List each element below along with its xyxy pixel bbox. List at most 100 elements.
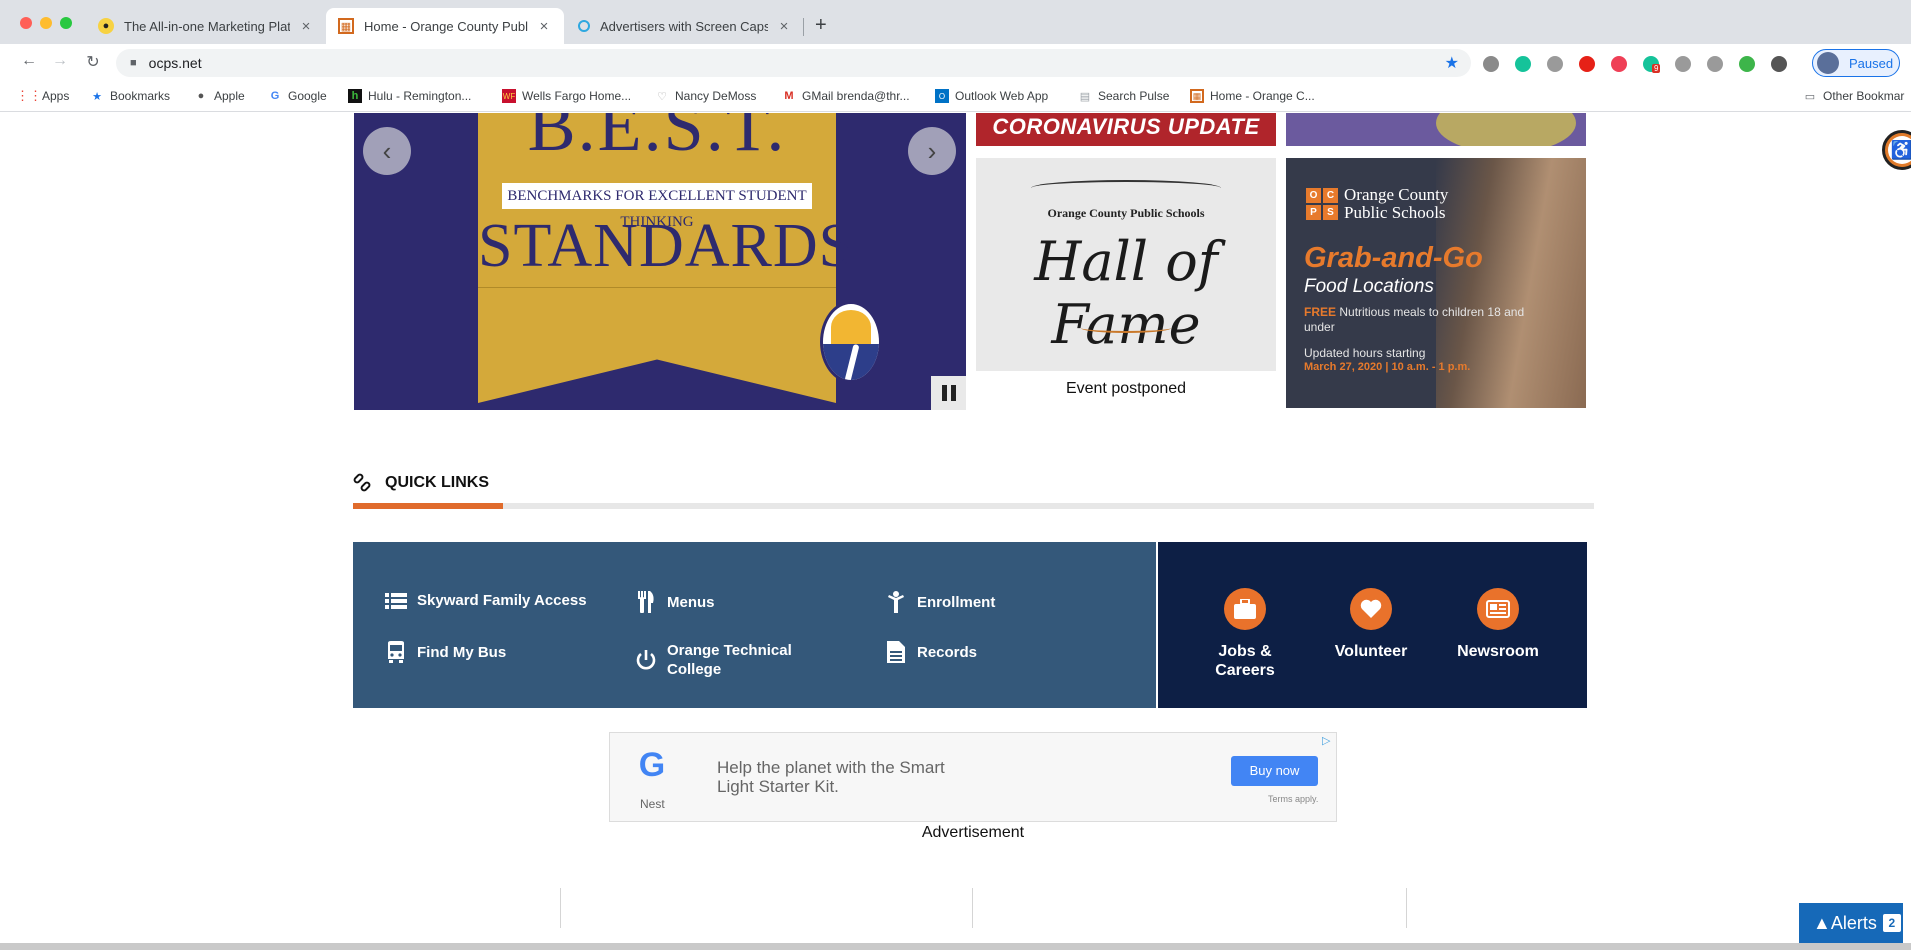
lock-icon: ■ xyxy=(130,57,137,69)
carousel-pause-button[interactable] xyxy=(931,376,966,410)
grammarly-icon[interactable] xyxy=(1515,56,1531,72)
grammarly-badge-icon[interactable]: 9 xyxy=(1643,56,1661,73)
close-icon[interactable]: × xyxy=(536,18,552,35)
forward-arrow-icon[interactable]: → xyxy=(49,52,71,70)
document-icon xyxy=(885,641,907,663)
quick-link-skyward[interactable]: Skyward Family Access xyxy=(385,591,587,610)
bookmark-label: Nancy DeMoss xyxy=(675,89,757,103)
quick-link-find-my-bus[interactable]: Find My Bus xyxy=(385,641,506,663)
horizontal-scrollbar[interactable] xyxy=(0,943,1911,950)
hero-carousel[interactable]: B.E.S.T. BENCHMARKS FOR EXCELLENT STUDEN… xyxy=(354,113,966,410)
accessibility-button[interactable]: ♿ xyxy=(1882,130,1911,170)
quick-links-underline xyxy=(353,503,1594,509)
bookmark-hulu[interactable]: h Hulu - Remington... xyxy=(348,89,471,103)
bookmark-apps[interactable]: ⋮⋮ Apps xyxy=(16,88,69,103)
window-minimize-button[interactable] xyxy=(40,17,52,29)
state-seal-icon xyxy=(820,301,882,383)
back-arrow-icon[interactable]: ← xyxy=(18,52,40,70)
alerts-button[interactable]: ▲ Alerts 2 xyxy=(1799,903,1903,943)
food-description: FREE Nutritious meals to children 18 and… xyxy=(1304,305,1525,334)
featured-links-panel: Jobs & Careers Volunteer Newsroom xyxy=(1158,542,1587,708)
ocps-favicon-icon: ▦ xyxy=(1190,89,1204,103)
featured-jobs-careers[interactable]: Jobs & Careers xyxy=(1190,588,1300,680)
food-subtitle: Food Locations xyxy=(1304,276,1434,297)
quick-link-menus[interactable]: Menus xyxy=(635,591,715,613)
reader-icon[interactable] xyxy=(1675,56,1691,72)
wordtune-icon[interactable] xyxy=(1771,56,1787,72)
person-icon xyxy=(885,591,907,613)
bookmark-wells-fargo[interactable]: WF Wells Fargo Home... xyxy=(502,89,631,103)
food-updated: Updated hours starting xyxy=(1304,346,1426,360)
flourish-ornament-icon xyxy=(1081,323,1171,333)
featured-label: Jobs & Careers xyxy=(1215,643,1275,679)
quick-link-enrollment[interactable]: Enrollment xyxy=(885,591,995,613)
document-icon: ▤ xyxy=(1079,90,1091,103)
quick-link-orange-technical-college[interactable]: Orange Technical College xyxy=(635,641,805,679)
photo-tile[interactable] xyxy=(1286,113,1586,146)
ribbon-divider xyxy=(478,287,836,288)
bookmark-nancy-demoss[interactable]: ♡ Nancy DeMoss xyxy=(655,89,756,103)
bookmark-label: GMail brenda@thr... xyxy=(802,89,910,103)
bookmark-star-icon[interactable]: ★ xyxy=(1445,53,1459,73)
section-title: QUICK LINKS xyxy=(385,474,489,491)
youtube-icon[interactable] xyxy=(1579,56,1595,72)
hall-of-fame-tile[interactable]: Orange County Public Schools Hall of Fam… xyxy=(976,158,1276,371)
circle-ext-icon[interactable] xyxy=(1483,56,1499,72)
browser-tab-advertisers[interactable]: Advertisers with Screen Caps o × xyxy=(566,8,804,44)
grab-and-go-tile[interactable]: OC PS Orange County Public Schools Grab-… xyxy=(1286,158,1586,408)
bookmark-other[interactable]: ▭ Other Bookmar xyxy=(1803,89,1905,103)
close-icon[interactable]: × xyxy=(298,18,314,35)
advertisers-favicon-icon xyxy=(578,20,590,32)
coronavirus-update-tile[interactable]: CORONAVIRUS UPDATE xyxy=(976,113,1276,146)
g-ext-icon[interactable] xyxy=(1707,56,1723,72)
address-bar[interactable]: ■ ocps.net ★ xyxy=(116,49,1471,77)
chain-link-icon xyxy=(352,472,373,493)
bookmark-ocps-home[interactable]: ▦ Home - Orange C... xyxy=(1190,89,1315,103)
ad-banner[interactable]: G Nest Help the planet with the Smart Li… xyxy=(609,732,1337,822)
drive-icon[interactable] xyxy=(1547,56,1563,72)
quick-link-records[interactable]: Records xyxy=(885,641,977,663)
quick-link-label: Records xyxy=(917,643,978,661)
bookmark-outlook[interactable]: O Outlook Web App xyxy=(935,89,1048,103)
url-text: ocps.net xyxy=(148,55,202,71)
footer-divider xyxy=(560,888,561,928)
bookmark-apple[interactable]: ● Apple xyxy=(194,89,245,103)
window-zoom-button[interactable] xyxy=(60,17,72,29)
bookmark-bookmarks[interactable]: ★ Bookmarks xyxy=(90,89,170,103)
hof-caption[interactable]: Event postponed xyxy=(976,371,1276,409)
new-tab-button[interactable]: + xyxy=(815,14,827,37)
featured-label: Volunteer xyxy=(1334,643,1408,660)
featured-newsroom[interactable]: Newsroom xyxy=(1443,588,1553,661)
reload-icon[interactable]: ↻ xyxy=(82,52,104,72)
window-close-button[interactable] xyxy=(20,17,32,29)
bus-icon xyxy=(385,641,407,663)
quick-link-label: Enrollment xyxy=(917,593,996,611)
buy-now-button[interactable]: Buy now xyxy=(1231,756,1318,786)
accessibility-icon: ♿ xyxy=(1888,136,1911,164)
featured-volunteer[interactable]: Volunteer xyxy=(1316,588,1426,661)
pocket-icon[interactable] xyxy=(1611,56,1627,72)
pause-icon-bar xyxy=(950,385,956,401)
browser-tab-marketing[interactable]: ● The All-in-one Marketing Platfo × xyxy=(86,8,326,44)
bookmark-label: Search Pulse xyxy=(1098,89,1170,103)
heart-icon xyxy=(1350,588,1392,630)
carousel-prev-button[interactable]: ‹ xyxy=(363,127,411,175)
carousel-next-button[interactable]: › xyxy=(908,127,956,175)
bookmark-gmail[interactable]: M GMail brenda@thr... xyxy=(782,89,910,103)
bookmark-search-pulse[interactable]: ▤ Search Pulse xyxy=(1078,89,1170,103)
close-icon[interactable]: × xyxy=(776,18,792,35)
adchoices-icon[interactable]: ▷ xyxy=(1322,734,1330,747)
globe-icon[interactable] xyxy=(1739,56,1755,72)
bookmark-label: Google xyxy=(288,89,327,103)
apple-icon: ● xyxy=(197,90,205,102)
tab-title: The All-in-one Marketing Platfo xyxy=(124,18,290,34)
browser-tab-ocps[interactable]: ▦ Home - Orange County Public × xyxy=(326,8,564,44)
fork-knife-icon xyxy=(635,591,657,613)
avatar xyxy=(1817,52,1839,74)
ad-terms: Terms apply. xyxy=(1268,794,1319,804)
bookmark-label: Wells Fargo Home... xyxy=(522,89,632,103)
food-org: Orange County Public Schools xyxy=(1344,185,1449,222)
profile-button[interactable]: Paused xyxy=(1812,49,1900,77)
quick-link-label: Find My Bus xyxy=(417,643,507,661)
bookmark-google[interactable]: G Google xyxy=(268,89,327,103)
